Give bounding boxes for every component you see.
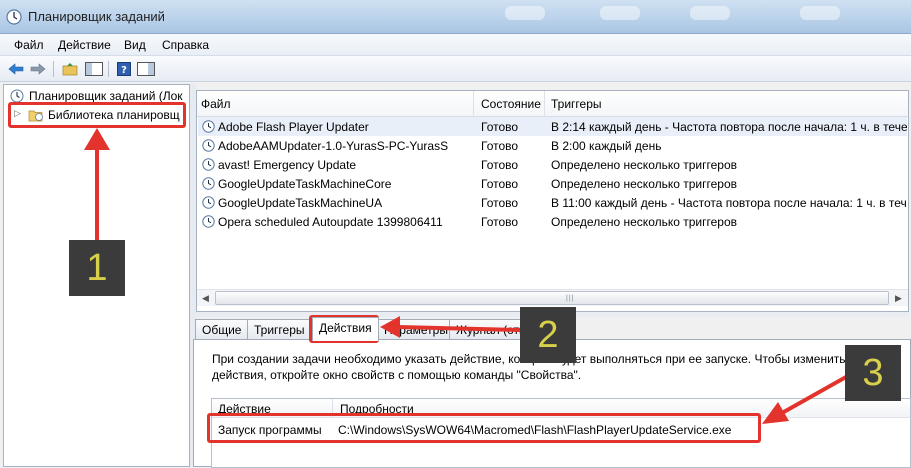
callout-2: 2: [520, 307, 576, 363]
action-details: C:\Windows\SysWOW64\Macromed\Flash\Flash…: [338, 423, 732, 437]
task-state: Готово: [481, 120, 519, 134]
tree-root-label: Планировщик заданий (Лок: [29, 89, 183, 103]
task-clock-icon: [202, 139, 215, 152]
scroll-right-icon[interactable]: ▶: [890, 290, 907, 307]
task-trigger: В 11:00 каждый день - Частота повтора по…: [551, 196, 907, 210]
callout-3: 3: [845, 345, 901, 401]
task-state: Готово: [481, 215, 519, 229]
task-state: Готово: [481, 158, 519, 172]
action-pane-icon[interactable]: [136, 60, 156, 78]
column-header-action[interactable]: Действие: [218, 402, 271, 416]
table-row[interactable]: GoogleUpdateTaskMachineUA Готово В 11:00…: [198, 193, 907, 212]
callout-1: 1: [69, 240, 125, 296]
column-header-state[interactable]: Состояние: [481, 97, 541, 111]
column-header-triggers[interactable]: Триггеры: [551, 97, 602, 111]
table-row[interactable]: Opera scheduled Autoupdate 1399806411 Го…: [198, 212, 907, 231]
task-clock-icon: [202, 177, 215, 190]
window-title: Планировщик заданий: [28, 9, 165, 24]
task-name: Adobe Flash Player Updater: [218, 120, 369, 134]
task-name: GoogleUpdateTaskMachineCore: [218, 177, 392, 191]
window-control-blur: [690, 6, 730, 20]
tree-library-label: Библиотека планировщ: [48, 108, 180, 122]
back-arrow-icon[interactable]: [6, 60, 26, 78]
window-control-blur: [800, 6, 840, 20]
horizontal-scrollbar[interactable]: ◀ ||| ▶: [197, 289, 908, 306]
tree-node-root[interactable]: Планировщик заданий (Лок: [4, 87, 189, 105]
toolbar-separator: [53, 61, 54, 77]
show-hide-tree-icon[interactable]: [84, 60, 104, 78]
table-row[interactable]: GoogleUpdateTaskMachineCore Готово Опред…: [198, 174, 907, 193]
table-row[interactable]: avast! Emergency Update Готово Определен…: [198, 155, 907, 174]
menu-action[interactable]: Действие: [56, 38, 113, 52]
task-state: Готово: [481, 177, 519, 191]
tree-node-library[interactable]: ▷ Библиотека планировщ: [4, 106, 189, 124]
table-row[interactable]: AdobeAAMUpdater-1.0-YurasS-PC-YurasS Гот…: [198, 136, 907, 155]
svg-text:?: ?: [121, 65, 127, 76]
task-trigger: Определено несколько триггеров: [551, 177, 738, 191]
task-scheduler-icon: [6, 9, 22, 25]
column-separator[interactable]: [473, 91, 474, 117]
menu-file[interactable]: Файл: [12, 38, 46, 52]
column-separator[interactable]: [332, 399, 333, 418]
tab-actions[interactable]: Действия: [312, 317, 379, 341]
task-name: Opera scheduled Autoupdate 1399806411: [218, 215, 443, 229]
task-name: GoogleUpdateTaskMachineUA: [218, 196, 383, 210]
menu-bar: Файл Действие Вид Справка: [0, 34, 911, 56]
title-bar: Планировщик заданий: [0, 0, 911, 34]
task-trigger: В 2:14 каждый день - Частота повтора пос…: [551, 120, 907, 134]
task-list-header: Файл Состояние Триггеры: [197, 91, 908, 117]
clock-icon: [10, 89, 24, 103]
task-trigger: Определено несколько триггеров: [551, 215, 738, 229]
task-clock-icon: [202, 196, 215, 209]
menu-help[interactable]: Справка: [160, 38, 211, 52]
forward-arrow-icon[interactable]: [28, 60, 48, 78]
column-header-details[interactable]: Подробности: [340, 402, 414, 416]
toolbar-separator: [108, 61, 109, 77]
folder-clock-icon: [28, 110, 43, 122]
task-clock-icon: [202, 158, 215, 171]
task-clock-icon: [202, 215, 215, 228]
table-row[interactable]: Adobe Flash Player Updater Готово В 2:14…: [198, 117, 907, 136]
actions-table: Действие Подробности Запуск программы C:…: [211, 398, 911, 468]
table-row[interactable]: Запуск программы C:\Windows\SysWOW64\Mac…: [212, 420, 910, 440]
menu-view[interactable]: Вид: [122, 38, 148, 52]
actions-table-header: Действие Подробности: [212, 399, 910, 418]
toolbar: ?: [0, 56, 911, 82]
task-clock-icon: [202, 120, 215, 133]
task-name: avast! Emergency Update: [218, 158, 357, 172]
task-list: Файл Состояние Триггеры Adobe Flash Play…: [196, 90, 909, 312]
column-separator[interactable]: [544, 91, 545, 117]
help-icon[interactable]: ?: [114, 60, 134, 78]
task-trigger: В 2:00 каждый день: [551, 139, 662, 153]
action-type: Запуск программы: [218, 423, 322, 437]
tab-general[interactable]: Общие: [195, 319, 249, 340]
scroll-left-icon[interactable]: ◀: [197, 290, 214, 307]
window-control-blur: [600, 6, 640, 20]
up-folder-icon[interactable]: [60, 60, 80, 78]
task-state: Готово: [481, 196, 519, 210]
tab-triggers[interactable]: Триггеры: [247, 319, 312, 340]
task-trigger: Определено несколько триггеров: [551, 158, 738, 172]
window-control-blur: [505, 6, 545, 20]
scrollbar-thumb[interactable]: |||: [215, 291, 889, 305]
tab-conditions[interactable]: Параметры: [377, 319, 455, 340]
column-header-file[interactable]: Файл: [201, 97, 231, 111]
task-state: Готово: [481, 139, 519, 153]
task-name: AdobeAAMUpdater-1.0-YurasS-PC-YurasS: [218, 139, 449, 153]
expand-icon[interactable]: ▷: [14, 108, 21, 119]
